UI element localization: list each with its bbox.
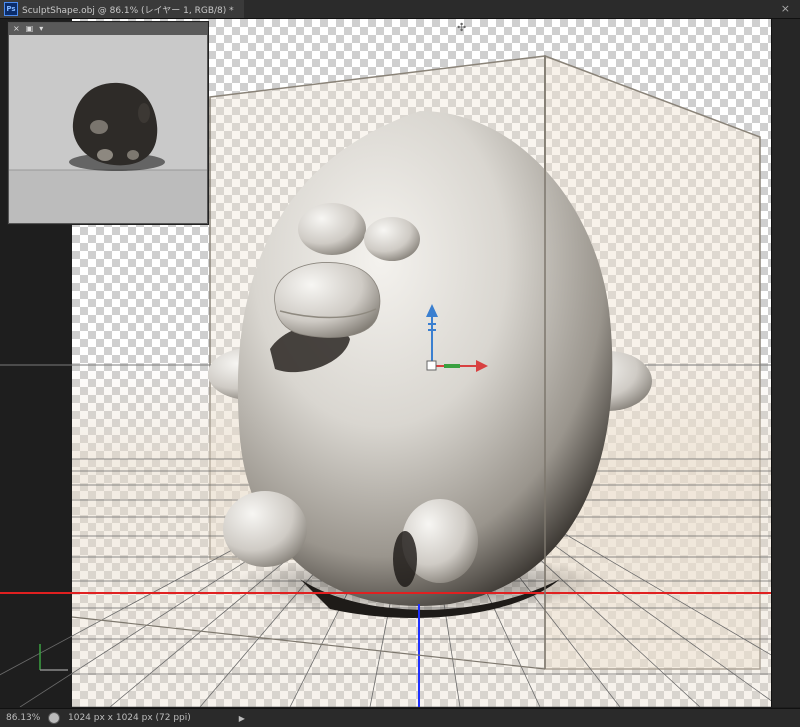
preview-close-icon[interactable]: × [13,23,20,35]
preview-view-icon[interactable]: ▣ [26,23,34,35]
vertical-scrollbar[interactable] [771,19,800,707]
left-eye-bump [298,203,366,255]
preview-viewport[interactable] [9,35,207,223]
axis-indicator [39,644,68,671]
document-info: 1024 px x 1024 px (72 ppi) [68,713,191,723]
left-foot [223,491,307,567]
preview-menu-icon[interactable]: ▾ [39,23,43,35]
status-menu-arrow-icon[interactable]: ▶ [239,714,245,723]
zoom-level[interactable]: 86.13% [0,713,40,723]
preview-model [9,82,207,223]
document-tab-bar: Ps SculptShape.obj @ 86.1% (レイヤー 1, RGB/… [0,0,800,19]
beak [274,262,381,338]
right-foot-shadow [393,531,417,587]
right-eye-bump [364,217,420,261]
crosshair-icon: ✣ [457,21,466,34]
close-icon[interactable]: × [781,0,790,18]
preview-panel-header: × ▣ ▾ [9,23,207,35]
document-tab[interactable]: Ps SculptShape.obj @ 86.1% (レイヤー 1, RGB/… [0,0,244,18]
photoshop-icon: Ps [4,2,18,16]
status-bar: 86.13% 1024 px x 1024 px (72 ppi) ▶ [0,708,800,727]
status-globe-icon[interactable] [48,712,60,724]
3d-axis-preview-panel[interactable]: × ▣ ▾ [8,22,208,224]
document-title: SculptShape.obj @ 86.1% (レイヤー 1, RGB/8) … [22,5,234,16]
